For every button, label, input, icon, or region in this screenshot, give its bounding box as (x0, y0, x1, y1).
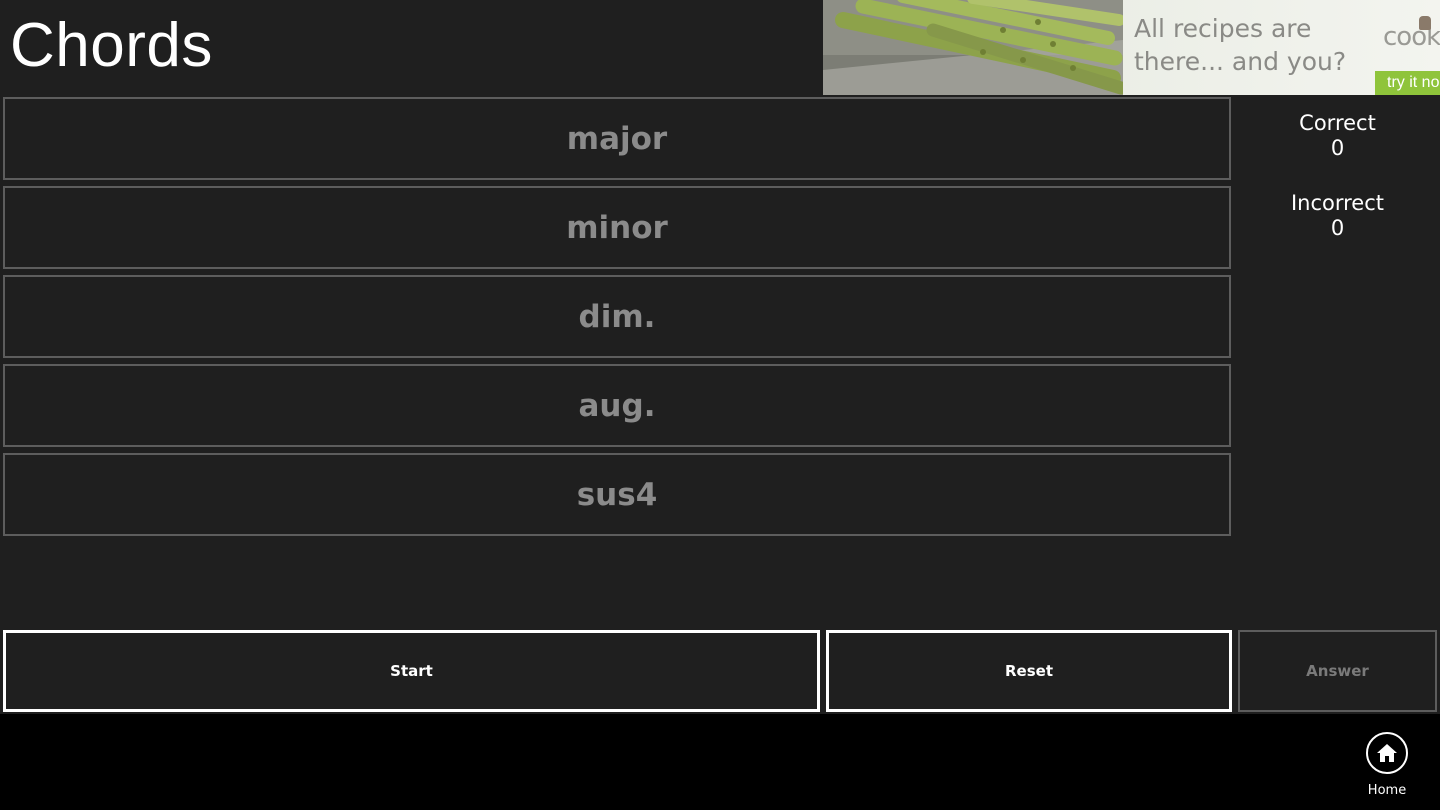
app-bar: Home (0, 714, 1440, 810)
option-dim-button[interactable]: dim. (3, 275, 1231, 358)
score-panel: Correct 0 Incorrect 0 (1240, 111, 1435, 271)
home-label: Home (1367, 783, 1407, 798)
asparagus-image (823, 0, 1123, 95)
home-button[interactable]: Home (1358, 732, 1416, 802)
page-title: Chords (10, 11, 213, 80)
option-sus4-button[interactable]: sus4 (3, 453, 1231, 536)
option-aug-button[interactable]: aug. (3, 364, 1231, 447)
reset-button[interactable]: Reset (826, 630, 1232, 712)
correct-count: 0 (1330, 136, 1345, 160)
ad-brand-logo: cook (1383, 22, 1440, 52)
option-major-button[interactable]: major (3, 97, 1231, 180)
home-icon (1366, 732, 1408, 774)
incorrect-count: 0 (1330, 216, 1345, 240)
ad-banner[interactable]: All recipes are there... and you? cook t… (823, 0, 1440, 95)
chef-hat-icon (1419, 16, 1431, 30)
start-button[interactable]: Start (3, 630, 820, 712)
correct-score: Correct 0 (1240, 111, 1435, 161)
ad-cta-button[interactable]: try it no (1375, 71, 1440, 95)
ad-text: All recipes are there... and you? (1134, 14, 1347, 76)
chord-options: major minor dim. aug. sus4 (3, 97, 1231, 542)
option-minor-button[interactable]: minor (3, 186, 1231, 269)
incorrect-score: Incorrect 0 (1240, 191, 1435, 241)
correct-label: Correct (1299, 111, 1376, 135)
answer-button[interactable]: Answer (1238, 630, 1437, 712)
incorrect-label: Incorrect (1290, 191, 1385, 215)
